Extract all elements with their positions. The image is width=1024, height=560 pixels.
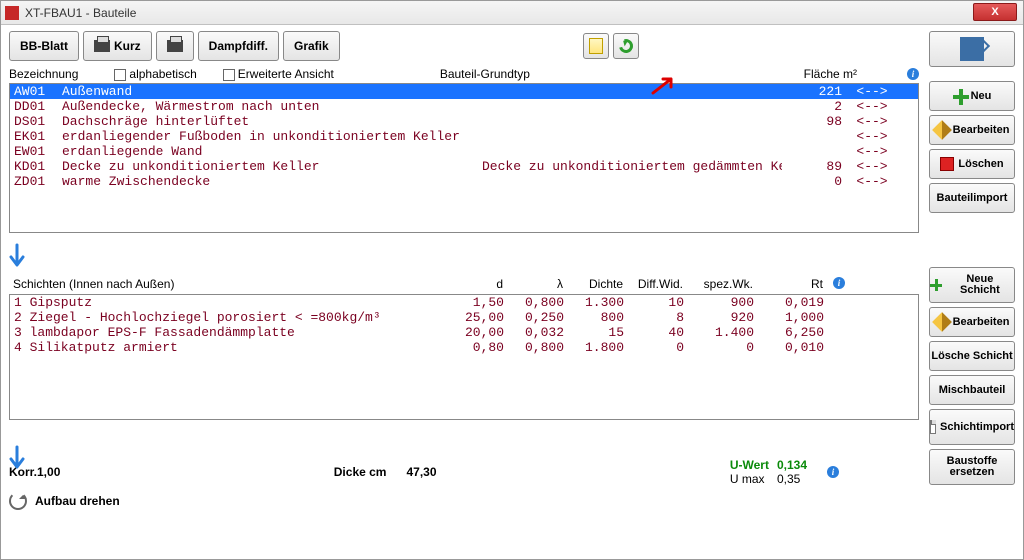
info-icon[interactable]: i [833,277,845,289]
titlebar: XT-FBAU1 - Bauteile X [1,1,1023,25]
dampfdiff-button[interactable]: Dampfdiff. [198,31,279,61]
check-erw[interactable]: Erweiterte Ansicht [223,67,334,81]
loeschen-button[interactable]: Löschen [929,149,1015,179]
app-icon [5,6,19,20]
printer-icon [167,40,183,52]
plus-icon [930,279,942,291]
layers-title: Schichten (Innen nach Außen) [13,277,443,292]
uwert-value: 0,134 [777,458,807,472]
bearbeiten-schicht-button[interactable]: Bearbeiten [929,307,1015,337]
label-flaeche: Fläche m² [804,67,857,81]
toolbar: BB-Blatt Kurz Dampfdiff. Grafik [9,31,919,61]
col-spezwk: spez.Wk. [683,277,753,292]
table-row[interactable]: DS01Dachschräge hinterlüftet98<--> [10,114,918,129]
sidebar: Neu Bearbeiten Löschen Bauteilimport Neu… [929,31,1015,553]
window-title: XT-FBAU1 - Bauteile [25,6,136,20]
bearbeiten-button[interactable]: Bearbeiten [929,115,1015,145]
refresh-button[interactable] [613,33,639,59]
rotate-label: Aufbau drehen [35,494,120,508]
rotate-row[interactable]: Aufbau drehen [9,492,919,510]
plus-icon [953,89,967,103]
col-diffwid: Diff.Wid. [623,277,683,292]
move-down-button-2[interactable] [9,445,25,471]
rotate-icon [9,492,27,510]
printer-icon [94,40,110,52]
table-row[interactable]: 2 Ziegel - Hochlochziegel porosiert < =8… [10,310,918,325]
umax-label: U max [730,472,769,486]
component-list[interactable]: AW01Außenwand221<-->DD01Außendecke, Wärm… [9,83,919,233]
print-kurz-button[interactable]: Kurz [83,31,152,61]
exit-button[interactable] [929,31,1015,67]
checkbox-icon [223,69,235,81]
baustoffe-button[interactable]: Baustoffe ersetzen [929,449,1015,485]
table-row[interactable]: EK01erdanliegender Fußboden in unkonditi… [10,129,918,144]
table-row[interactable]: EW01erdanliegende Wand<--> [10,144,918,159]
print-button[interactable] [156,31,194,61]
umax-value: 0,35 [777,472,807,486]
bb-label: BB-Blatt [20,39,68,53]
table-row[interactable]: DD01Außendecke, Wärmestrom nach unten2<-… [10,99,918,114]
col-d: d [443,277,503,292]
summary-row: Korr.1,00 Dicke cm 47,30 U-Wert 0,134 U … [9,458,919,486]
dicke-value: 47,30 [406,465,456,479]
schichtimport-button[interactable]: Schichtimport [929,409,1015,445]
neu-button[interactable]: Neu [929,81,1015,111]
col-rt: Rt [753,277,823,292]
mischbauteil-button[interactable]: Mischbauteil [929,375,1015,405]
label-bezeichnung: Bezeichnung [9,67,78,81]
loesche-schicht-button[interactable]: Lösche Schicht [929,341,1015,371]
grafik-button[interactable]: Grafik [283,31,340,61]
move-down-button[interactable] [9,243,25,269]
dicke-label: Dicke cm [334,465,387,479]
dampf-label: Dampfdiff. [209,39,268,53]
note-button[interactable] [583,33,609,59]
table-row[interactable]: 1 Gipsputz1,500,8001.300109000,019 [10,295,918,310]
pencil-icon [932,120,952,140]
filter-row: Bezeichnung alphabetisch Erweiterte Ansi… [9,67,919,81]
bb-blatt-button[interactable]: BB-Blatt [9,31,79,61]
table-row[interactable]: AW01Außenwand221<--> [10,84,918,99]
door-icon [960,37,984,61]
info-icon[interactable]: i [827,466,839,478]
layer-list[interactable]: 1 Gipsputz1,500,8001.300109000,0192 Zieg… [9,294,919,420]
table-row[interactable]: 4 Silikatputz armiert0,800,8001.800000,0… [10,340,918,355]
table-row[interactable]: 3 lambdapor EPS-F Fassadendämmplatte20,0… [10,325,918,340]
delete-icon [940,157,954,171]
table-row[interactable]: ZD01warme Zwischendecke0<--> [10,174,918,189]
table-row[interactable]: KD01Decke zu unkonditioniertem KellerDec… [10,159,918,174]
checkbox-icon [114,69,126,81]
label-grundtyp: Bauteil-Grundtyp [440,67,530,81]
layers-header-row: Schichten (Innen nach Außen) d λ Dichte … [9,277,919,292]
close-button[interactable]: X [973,3,1017,21]
sheet-icon [930,420,936,434]
col-lambda: λ [503,277,563,292]
pencil-icon [932,312,952,332]
col-dichte: Dichte [563,277,623,292]
check-alpha[interactable]: alphabetisch [114,67,196,81]
refresh-icon [616,36,635,55]
uwert-label: U-Wert [730,458,769,472]
neue-schicht-button[interactable]: Neue Schicht [929,267,1015,303]
kurz-label: Kurz [114,39,141,53]
note-icon [589,38,603,54]
info-icon[interactable]: i [907,68,919,80]
grafik-label: Grafik [294,39,329,53]
bauteilimport-button[interactable]: Bauteilimport [929,183,1015,213]
